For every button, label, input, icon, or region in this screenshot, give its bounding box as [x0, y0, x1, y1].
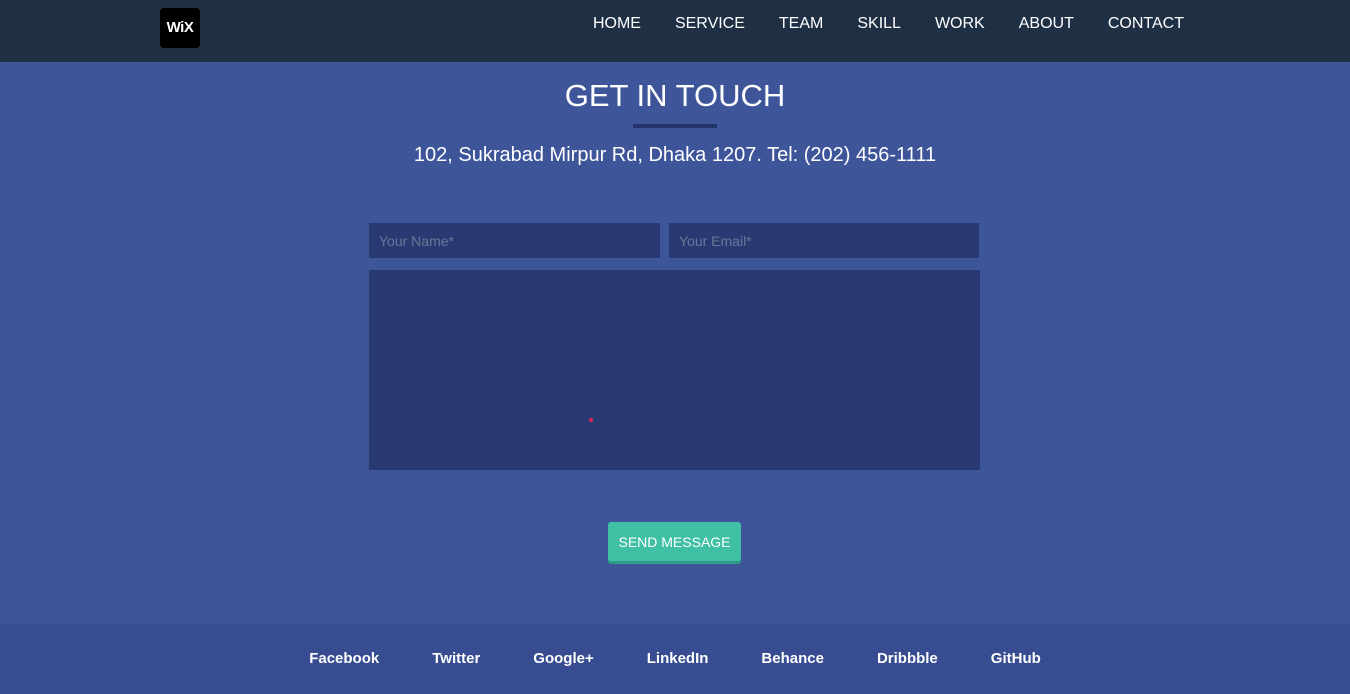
nav-skill[interactable]: SKILL [840, 14, 918, 34]
nav-about[interactable]: ABOUT [1002, 14, 1091, 34]
footer-link-github[interactable]: GitHub [991, 650, 1041, 668]
footer-link-behance[interactable]: Behance [761, 650, 824, 668]
email-input[interactable] [669, 223, 979, 258]
footer-link-facebook[interactable]: Facebook [309, 650, 379, 668]
wix-logo[interactable]: WiX [160, 8, 200, 48]
nav-service[interactable]: SERVICE [658, 14, 762, 34]
name-input[interactable] [369, 223, 660, 258]
section-title: GET IN TOUCH [564, 78, 786, 113]
mouse-cursor-dot [589, 418, 593, 422]
footer-link-dribbble[interactable]: Dribbble [877, 650, 938, 668]
send-message-button[interactable]: SEND MESSAGE [608, 522, 741, 561]
footer-link-googleplus[interactable]: Google+ [533, 650, 593, 668]
contact-address: 102, Sukrabad Mirpur Rd, Dhaka 1207. Tel… [413, 144, 937, 166]
footer: Facebook Twitter Google+ LinkedIn Behanc… [0, 624, 1350, 694]
navbar: WiX HOME SERVICE TEAM SKILL WORK ABOUT C… [0, 0, 1350, 62]
title-divider [633, 124, 717, 128]
nav-home[interactable]: HOME [576, 14, 658, 34]
nav-work[interactable]: WORK [918, 14, 1002, 34]
footer-link-twitter[interactable]: Twitter [432, 650, 480, 668]
nav-contact[interactable]: CONTACT [1091, 14, 1184, 34]
main-nav: HOME SERVICE TEAM SKILL WORK ABOUT CONTA… [576, 14, 1184, 34]
social-links: Facebook Twitter Google+ LinkedIn Behanc… [0, 650, 1350, 668]
footer-link-linkedin[interactable]: LinkedIn [647, 650, 709, 668]
nav-team[interactable]: TEAM [762, 14, 840, 34]
message-textarea[interactable] [369, 270, 980, 470]
